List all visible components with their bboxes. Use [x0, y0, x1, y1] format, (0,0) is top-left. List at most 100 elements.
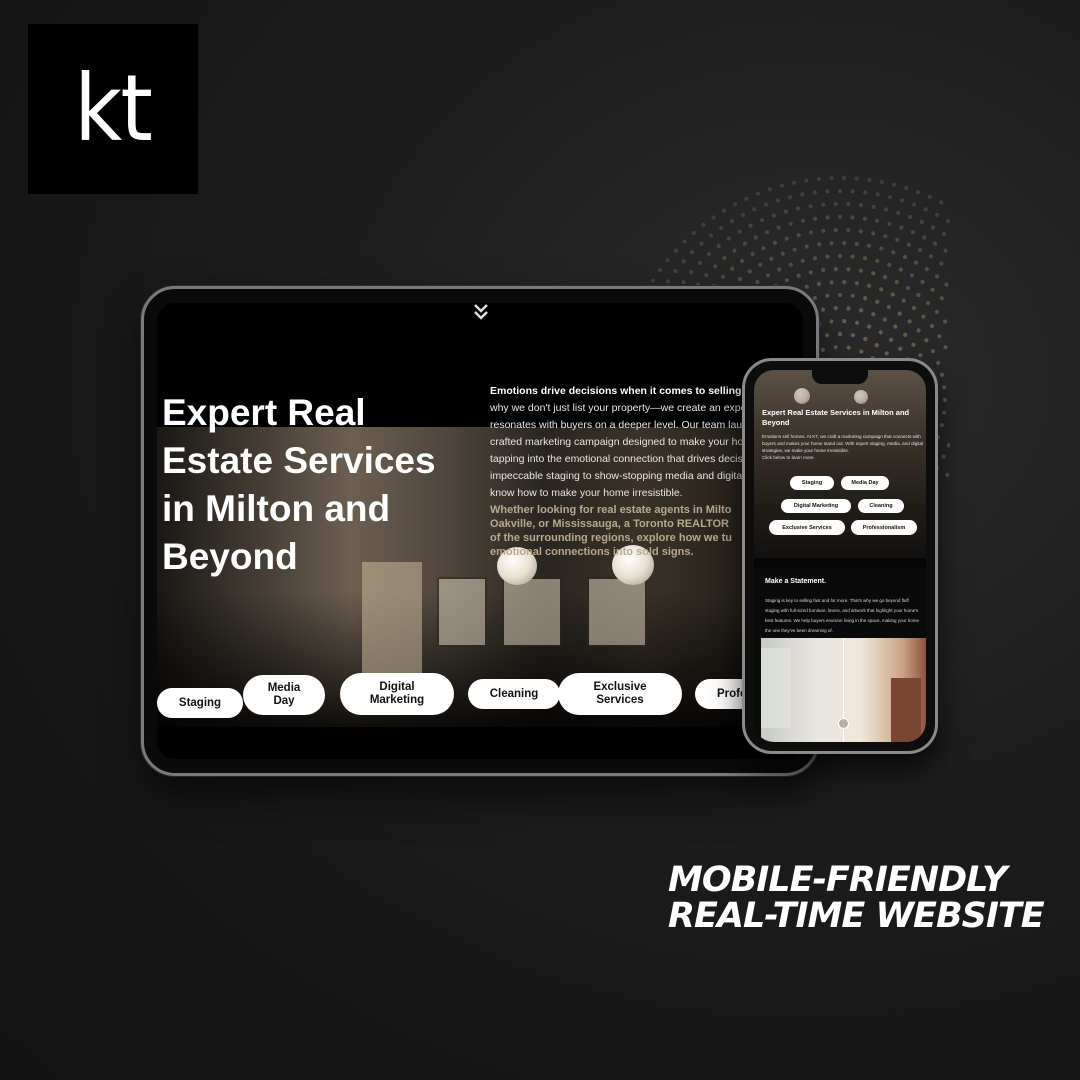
decor-dot [825, 215, 830, 220]
phone-statement-section: Make a Statement. Staging is key to sell… [754, 568, 926, 742]
decor-dot [867, 283, 872, 288]
decor-dot [942, 410, 947, 415]
decor-dot [846, 228, 851, 233]
decor-dot [763, 202, 768, 207]
decor-dot [783, 209, 788, 214]
phone-pill-media-day[interactable]: Media Day [841, 476, 889, 490]
decor-dot [859, 308, 864, 313]
decor-dot [903, 332, 908, 337]
service-pill-staging[interactable]: Staging [157, 688, 243, 718]
decor-dot [900, 198, 905, 203]
decor-dot [833, 306, 838, 311]
decor-dot [939, 296, 944, 301]
decor-dot [875, 258, 880, 263]
decor-dot [883, 275, 888, 280]
decor-dot [825, 333, 830, 338]
slider-handle-icon[interactable] [838, 718, 849, 729]
decor-dot [911, 342, 916, 347]
decor-dot [825, 293, 830, 298]
decor-dot [697, 260, 702, 265]
decor-dot [896, 210, 901, 215]
decor-dot [893, 324, 898, 329]
decor-dot [901, 298, 906, 303]
decor-dot [939, 423, 944, 428]
decor-dot [691, 230, 696, 236]
decor-dot [924, 338, 929, 343]
decor-dot [808, 204, 813, 209]
decor-dot [650, 278, 655, 283]
decor-dot [699, 241, 704, 246]
decor-dot [883, 207, 889, 212]
decor-dot [842, 319, 847, 324]
phone-pill-staging[interactable]: Staging [790, 476, 834, 490]
decor-dot [942, 397, 948, 403]
decor-dot [934, 274, 940, 279]
decor-dot [875, 192, 880, 197]
phone-pill-professionalism[interactable]: Professionalism [851, 520, 917, 535]
decor-dot [899, 225, 904, 230]
decor-dot [792, 180, 797, 185]
decor-dot [934, 309, 940, 314]
decor-dot [884, 351, 889, 356]
phone-section-title: Make a Statement. [765, 578, 827, 585]
service-pill-media-day[interactable]: Media Day [243, 675, 325, 715]
decor-dot [854, 320, 860, 325]
decor-dot [808, 270, 813, 275]
decor-dot [711, 215, 716, 220]
decor-dot [854, 176, 859, 181]
decor-dot [689, 270, 694, 275]
phone-pill-cleaning[interactable]: Cleaning [858, 499, 904, 513]
decor-dot [879, 246, 884, 251]
decor-dot [833, 201, 838, 207]
service-pill-digital-marketing[interactable]: Digital Marketing [340, 673, 454, 715]
decor-dot [837, 292, 843, 298]
decor-dot [796, 206, 801, 211]
phone-section-body: Staging is key to selling fast and for m… [765, 598, 919, 633]
phone-screen: Expert Real Estate Services in Milton an… [754, 370, 926, 742]
decor-dot [812, 190, 817, 195]
decor-dot [942, 319, 948, 324]
decor-dot [701, 222, 706, 227]
phone-pill-digital-marketing[interactable]: Digital Marketing [781, 499, 851, 513]
decor-dot [858, 268, 863, 273]
tagline-line-2: REAL-TIME WEBSITE [668, 896, 1045, 936]
decor-dot [931, 225, 936, 230]
decor-dot [926, 300, 931, 306]
decor-dot [863, 190, 868, 195]
decor-dot [737, 229, 742, 234]
decor-dot [944, 282, 949, 287]
decor-dot [920, 279, 925, 285]
decor-dot [933, 241, 938, 246]
decor-dot [681, 259, 686, 264]
tablet-screen: Expert Real Estate Services in Milton an… [157, 303, 803, 759]
decor-dot [837, 331, 843, 337]
decor-dot [842, 175, 847, 181]
service-pill-exclusive-services[interactable]: Exclusive Services [558, 673, 682, 715]
decor-dot [842, 280, 847, 285]
decor-dot [737, 277, 742, 282]
decor-dot [820, 347, 825, 352]
decor-dot [850, 215, 855, 220]
decor-dot [850, 333, 855, 338]
decor-dot [720, 274, 725, 279]
decor-dot [889, 337, 894, 342]
double-chevron-down-icon[interactable] [473, 303, 489, 326]
decor-dot [946, 443, 950, 448]
service-pill-cleaning[interactable]: Cleaning [468, 679, 560, 709]
decor-dot [804, 244, 809, 249]
decor-dot [776, 225, 781, 230]
decor-dot [887, 195, 893, 200]
decor-dot [747, 269, 752, 274]
decor-dot [863, 296, 868, 301]
decor-dot [740, 258, 745, 264]
decor-dot [744, 196, 749, 201]
decor-dot [813, 216, 818, 221]
decor-dot [704, 273, 709, 278]
decor-dot [939, 372, 944, 377]
decor-dot [709, 233, 714, 238]
decor-dot [939, 261, 944, 266]
decor-dot [874, 343, 879, 348]
decor-dot [733, 202, 738, 207]
decor-dot [690, 250, 695, 255]
phone-pill-exclusive-services[interactable]: Exclusive Services [769, 520, 845, 535]
